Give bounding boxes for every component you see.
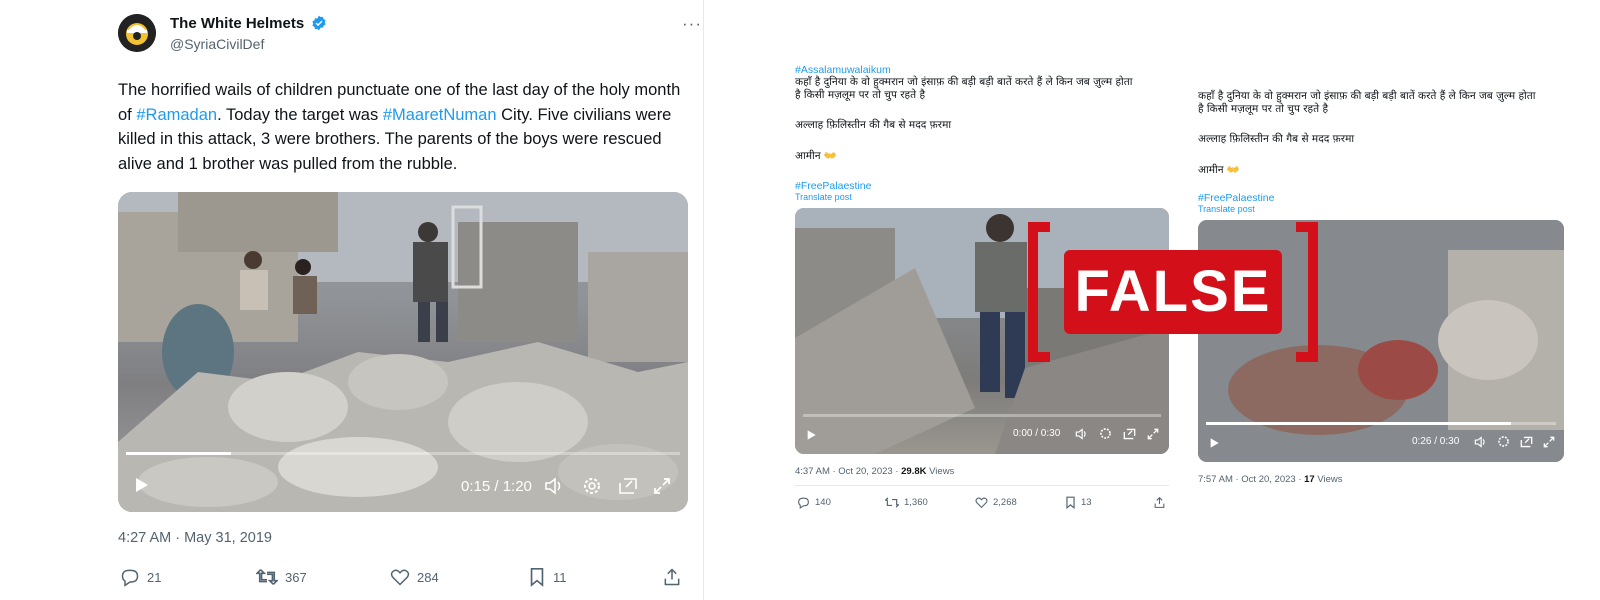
settings-gear-icon[interactable] <box>1497 435 1510 453</box>
heart-icon <box>975 497 988 509</box>
fullscreen-icon[interactable] <box>1543 435 1555 453</box>
bookmark-icon <box>1066 496 1075 509</box>
fact-check-composite: The White Helmets @SyriaCivilDef ··· The… <box>0 0 1600 600</box>
repost-icon <box>885 497 899 508</box>
bookmark-icon <box>530 568 544 587</box>
tweet-text-line: आमीन 👐 <box>795 149 837 162</box>
tweet-text-line: है किसी मज़लूम पर तो चुप रहते है <box>1198 102 1329 115</box>
volume-icon[interactable] <box>1474 435 1487 453</box>
video-time: 0:00 / 0:30 <box>1013 428 1061 439</box>
timestamp-text: 7:57 AM · Oct 20, 2023 · <box>1198 474 1305 485</box>
volume-icon[interactable] <box>544 477 564 500</box>
repost-count: 1,360 <box>904 497 928 508</box>
false-verdict-stamp: FALSE <box>1028 222 1318 362</box>
tweet-timestamp[interactable]: 4:27 AM · May 31, 2019 <box>118 530 702 546</box>
bookmark-count: 11 <box>553 569 567 585</box>
hashtag-ramadan-link[interactable]: #Ramadan <box>136 106 217 124</box>
views-count: 17 <box>1304 474 1315 485</box>
play-icon[interactable] <box>1208 436 1220 454</box>
share-button[interactable] <box>1153 496 1166 509</box>
tweet-timestamp[interactable]: 7:57 AM · Oct 20, 2023 · 17 Views <box>1198 474 1568 485</box>
video-progress-bar[interactable] <box>803 414 1161 417</box>
fullscreen-icon[interactable] <box>653 477 671 500</box>
share-icon <box>664 568 680 586</box>
hashtag-maaretnuman-link[interactable]: #MaaretNuman <box>383 106 497 124</box>
picture-in-picture-icon[interactable] <box>1123 427 1136 445</box>
translate-post-link[interactable]: Translate post <box>1198 204 1568 214</box>
author-name[interactable]: The White Helmets <box>170 15 327 32</box>
reply-icon <box>798 497 809 509</box>
views-label: Views <box>1314 474 1343 485</box>
timestamp-text: 4:37 AM · Oct 20, 2023 · <box>795 466 902 477</box>
picture-in-picture-icon[interactable] <box>1520 435 1533 453</box>
tweet-text-line: है किसी मज़लूम पर तो चुप रहते है <box>795 88 926 101</box>
repost-button[interactable]: 1,360 <box>885 496 928 509</box>
reply-count: 21 <box>147 569 162 585</box>
views-label: Views <box>926 466 955 477</box>
play-icon[interactable] <box>805 428 817 446</box>
hashtag-freepalaestine-link[interactable]: #FreePalaestine <box>795 180 1173 192</box>
video-progress-fill <box>126 452 232 455</box>
share-icon <box>1154 496 1165 508</box>
tweet-actions: 140 1,360 2,268 13 <box>795 496 1169 514</box>
original-tweet: The White Helmets @SyriaCivilDef ··· The… <box>118 12 702 587</box>
tweet-text-line: कहाँ है दुनिया के वो हुक्मरान जो इंसाफ़ … <box>1198 90 1536 102</box>
panel-divider <box>703 0 704 600</box>
stamp-bracket-left <box>1028 222 1050 362</box>
false-label: FALSE <box>1064 250 1282 334</box>
video-controls: 0:00 / 0:30 <box>795 412 1169 454</box>
like-button[interactable]: 2,268 <box>975 496 1017 509</box>
tweet-timestamp[interactable]: 4:37 AM · Oct 20, 2023 · 29.8K Views <box>795 466 1173 477</box>
reply-button[interactable]: 140 <box>797 496 831 509</box>
video-progress-fill <box>1206 422 1511 425</box>
tweet-actions: 21 367 284 11 <box>118 567 688 591</box>
tweet-text-line: कहाँ है दुनिया के वो हुक्मरान जो इंसाफ़ … <box>795 76 1133 88</box>
video-progress-bar[interactable] <box>1206 422 1556 425</box>
repost-button[interactable]: 367 <box>256 567 307 587</box>
translate-post-link[interactable]: Translate post <box>795 192 1173 202</box>
tweet-text-line: अल्लाह फ़िलिस्तीन की गैब से मदद फ़रमा <box>795 119 952 131</box>
like-button[interactable]: 284 <box>390 567 439 587</box>
video-progress-bar[interactable] <box>126 452 680 455</box>
heart-icon <box>390 569 410 586</box>
views-count: 29.8K <box>901 466 927 477</box>
tweet-text: The horrified wails of children punctuat… <box>118 78 692 176</box>
play-icon[interactable] <box>132 476 150 499</box>
tweet-text-line: आमीन 👐 <box>1198 163 1240 176</box>
tweet-header: The White Helmets @SyriaCivilDef ··· <box>118 12 702 58</box>
video-time: 0:15 / 1:20 <box>461 478 532 495</box>
video-player[interactable]: 0:15 / 1:20 <box>118 192 688 512</box>
share-button[interactable] <box>662 567 682 587</box>
author-handle[interactable]: @SyriaCivilDef <box>170 36 264 52</box>
hashtag-freepalaestine-link[interactable]: #FreePalaestine <box>1198 192 1568 204</box>
reply-count: 140 <box>815 497 831 508</box>
volume-icon[interactable] <box>1075 427 1088 445</box>
bookmark-count: 13 <box>1081 497 1092 508</box>
video-time: 0:26 / 0:30 <box>1412 436 1460 447</box>
repost-icon <box>256 569 278 585</box>
tweet-text-line: अल्लाह फ़िलिस्तीन की गैब से मदद फ़रमा <box>1198 133 1355 145</box>
settings-gear-icon[interactable] <box>582 476 602 501</box>
settings-gear-icon[interactable] <box>1099 427 1112 445</box>
like-count: 2,268 <box>993 497 1017 508</box>
author-name-text: The White Helmets <box>170 15 305 32</box>
picture-in-picture-icon[interactable] <box>618 477 638 500</box>
reply-button[interactable]: 21 <box>120 567 161 587</box>
reply-icon <box>121 569 139 587</box>
bookmark-button[interactable]: 13 <box>1065 496 1092 509</box>
verified-badge-icon <box>311 15 327 31</box>
video-controls: 0:15 / 1:20 <box>118 450 688 512</box>
more-options-icon[interactable]: ··· <box>682 14 702 34</box>
fullscreen-icon[interactable] <box>1147 427 1159 445</box>
video-controls: 0:26 / 0:30 <box>1198 420 1564 462</box>
like-count: 284 <box>417 569 439 585</box>
repost-count: 367 <box>285 569 307 585</box>
stamp-bracket-right <box>1296 222 1318 362</box>
avatar[interactable] <box>118 14 156 52</box>
bookmark-button[interactable]: 11 <box>528 567 567 587</box>
hashtag-assalamuwalaikum-link[interactable]: #Assalamuwalaikum <box>795 64 1173 76</box>
tweet-text-part: . Today the target was <box>217 105 383 124</box>
